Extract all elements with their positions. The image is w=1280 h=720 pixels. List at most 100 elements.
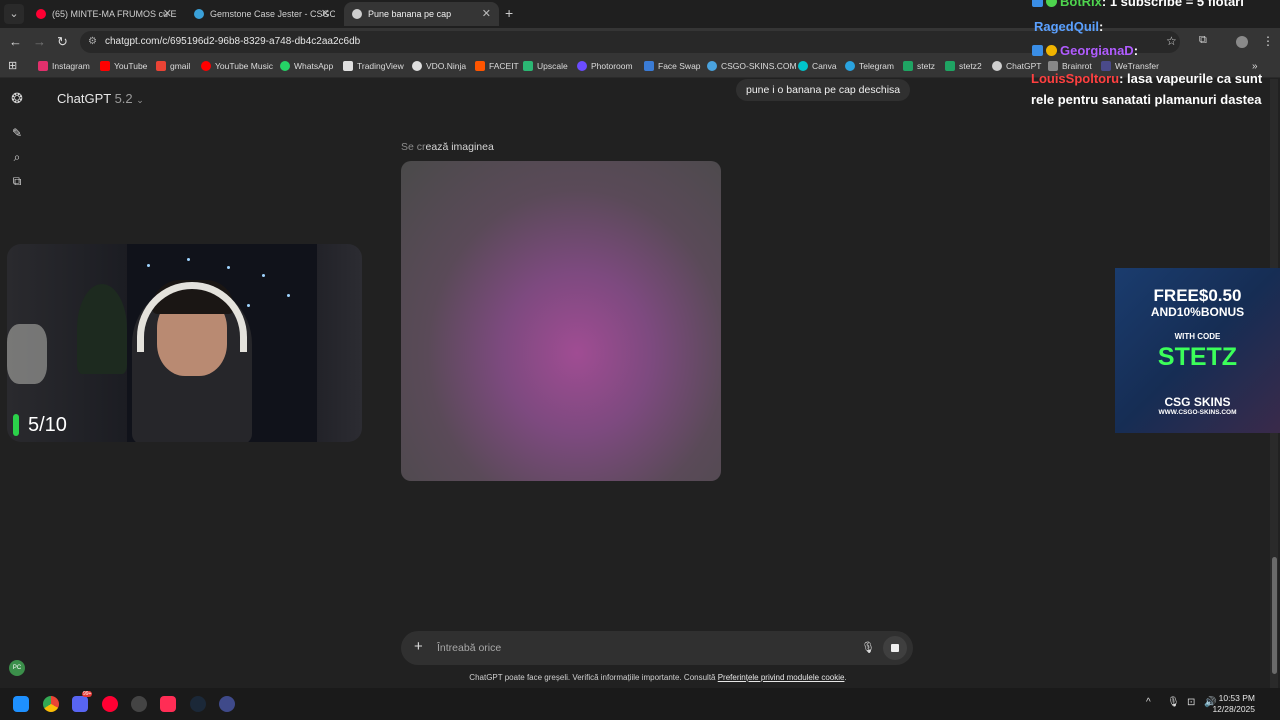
chat-username: BotRix bbox=[1060, 0, 1102, 9]
bookmark-label: Instagram bbox=[52, 61, 90, 71]
bookmark-stetz2[interactable]: stetz2 bbox=[945, 61, 982, 71]
tiktok-icon[interactable] bbox=[160, 696, 176, 712]
chat-message: : bbox=[1099, 19, 1104, 34]
tab-title: Gemstone Case Jester - CSGO- bbox=[210, 9, 335, 19]
fairy-light bbox=[227, 266, 230, 269]
bookmark-youtube[interactable]: YouTube bbox=[100, 61, 147, 71]
bookmark-telegram[interactable]: Telegram bbox=[845, 61, 894, 71]
disclaimer-text: ChatGPT poate face greșeli. Verifică inf… bbox=[469, 673, 718, 682]
stream-chat-line: BotRix: 1 subscribe = 5 flotari bbox=[1032, 0, 1244, 9]
bookmark-gmail[interactable]: gmail bbox=[156, 61, 190, 71]
ad-website: WWW.CSGO-SKINS.COM bbox=[1158, 409, 1237, 416]
close-tab-icon[interactable]: ✕ bbox=[163, 7, 172, 20]
search-icon[interactable]: ⌕ bbox=[10, 150, 24, 164]
windows-start-icon[interactable] bbox=[13, 696, 29, 712]
tab-chatgpt[interactable]: Pune banana pe cap ✕ bbox=[344, 2, 499, 26]
microphone-tray-icon[interactable]: 🎙 bbox=[1167, 697, 1180, 708]
cookie-preferences-link[interactable]: Preferințele privind modulele cookie bbox=[718, 673, 845, 682]
chevron-down-icon: ⌄ bbox=[136, 95, 144, 105]
tab-csgo[interactable]: Gemstone Case Jester - CSGO- ✕ bbox=[186, 2, 338, 26]
bookmark-label: VDO.Ninja bbox=[426, 61, 467, 71]
reload-icon[interactable]: ↻ bbox=[57, 34, 68, 50]
bookmark-vdo-ninja[interactable]: VDO.Ninja bbox=[412, 61, 466, 71]
windows-taskbar: 99+ ^ 🎙 ⊡ 🔊 10:53 PM 12/28/2025 bbox=[0, 688, 1280, 720]
apps-grid-icon[interactable]: ⊞ bbox=[8, 59, 17, 72]
stream-chat-line: GeorgianaD: bbox=[1032, 43, 1138, 58]
fairy-light bbox=[262, 274, 265, 277]
youtube-music-icon bbox=[201, 61, 211, 71]
steam-icon[interactable] bbox=[190, 696, 206, 712]
microphone-icon[interactable]: 🎙 bbox=[861, 641, 875, 654]
bookmark-csgo-skins[interactable]: CSGO-SKINS.COM bbox=[707, 61, 797, 71]
close-tab-icon[interactable]: ✕ bbox=[482, 7, 491, 20]
new-chat-icon[interactable]: ✎ bbox=[10, 126, 24, 140]
score-indicator bbox=[13, 414, 19, 436]
tab-youtube[interactable]: (65) MINTE-MA FRUMOS cu Em ✕ bbox=[28, 2, 180, 26]
whatsapp-icon bbox=[280, 61, 290, 71]
bookmark-stetz[interactable]: stetz bbox=[903, 61, 935, 71]
bookmark-label: FACEIT bbox=[489, 61, 519, 71]
profile-avatar[interactable] bbox=[1236, 36, 1248, 48]
model-selector[interactable]: ChatGPT 5.2 ⌄ bbox=[57, 91, 144, 106]
model-version: 5.2 bbox=[114, 91, 133, 106]
bookmark-star-icon[interactable]: ☆ bbox=[1166, 34, 1177, 48]
bookmark-label: gmail bbox=[170, 61, 191, 71]
bookmark-faceit[interactable]: FACEIT bbox=[475, 61, 519, 71]
library-icon[interactable]: ⧉ bbox=[10, 174, 24, 188]
openai-logo-icon[interactable]: ❂ bbox=[10, 91, 24, 105]
composer-input[interactable]: Întreabă orice bbox=[437, 642, 501, 654]
chat-message: : bbox=[1133, 43, 1139, 58]
youtube-music-icon[interactable] bbox=[102, 696, 118, 712]
tray-overflow-icon[interactable]: ^ bbox=[1146, 697, 1151, 708]
message-composer[interactable]: + Întreabă orice 🎙 bbox=[401, 631, 913, 665]
site-info-icon[interactable]: ⚙ bbox=[88, 36, 100, 48]
address-bar[interactable]: ⚙ chatgpt.com/c/695196d2-96b8-8329-a748-… bbox=[80, 31, 1180, 53]
back-icon[interactable]: ← bbox=[9, 34, 22, 49]
add-attachment-icon[interactable]: + bbox=[414, 639, 423, 655]
tab-title: (65) MINTE-MA FRUMOS cu Em bbox=[52, 9, 177, 19]
bookmark-tradingview[interactable]: TradingView bbox=[343, 61, 404, 71]
webcam-overlay: 5/10 bbox=[7, 244, 362, 442]
bookmark-canva[interactable]: Canva bbox=[798, 61, 837, 71]
close-tab-icon[interactable]: ✕ bbox=[321, 7, 330, 20]
taskbar-clock[interactable]: 10:53 PM 12/28/2025 bbox=[1212, 693, 1255, 715]
bookmark-label: TradingView bbox=[357, 61, 404, 71]
forward-icon[interactable]: → bbox=[33, 34, 46, 49]
csgo-skins-icon bbox=[194, 9, 204, 19]
menu-kebab-icon[interactable]: ⋮ bbox=[1262, 34, 1274, 48]
user-avatar[interactable]: PC bbox=[9, 660, 25, 676]
chat-username: RagedQuil bbox=[1034, 19, 1100, 34]
bookmark-youtube-music[interactable]: YouTube Music bbox=[201, 61, 273, 71]
image-generation-placeholder bbox=[401, 161, 721, 481]
plant bbox=[7, 324, 47, 384]
bookmark-label: YouTube Music bbox=[215, 61, 273, 71]
bookmark-photoroom[interactable]: Photoroom bbox=[577, 61, 633, 71]
bookmark-whatsapp[interactable]: WhatsApp bbox=[280, 61, 333, 71]
stop-generation-button[interactable] bbox=[883, 636, 907, 660]
tab-search-button[interactable]: ⌄ bbox=[4, 4, 24, 24]
new-tab-button[interactable]: + bbox=[505, 5, 513, 21]
bookmark-label: WhatsApp bbox=[294, 61, 334, 71]
bookmark-label: Face Swap bbox=[658, 61, 701, 71]
ad-subheadline: AND10%BONUS bbox=[1150, 305, 1245, 319]
ad-code-label: WITH CODE bbox=[1174, 332, 1221, 341]
check-badge-icon bbox=[1046, 0, 1057, 7]
gmail-icon bbox=[156, 61, 166, 71]
subscriber-badge-icon bbox=[1046, 45, 1057, 56]
extensions-icon[interactable]: ⧉ bbox=[1199, 34, 1207, 47]
user-message-bubble: pune i o banana pe cap deschisa bbox=[736, 79, 911, 101]
bookmark-upscale[interactable]: Upscale bbox=[523, 61, 568, 71]
url-text[interactable]: chatgpt.com/c/695196d2-96b8-8329-a748-db… bbox=[105, 36, 360, 47]
instagram-icon bbox=[38, 61, 48, 71]
discord-icon[interactable] bbox=[72, 696, 88, 712]
bookmark-face-swap[interactable]: Face Swap bbox=[644, 61, 701, 71]
app-icon[interactable] bbox=[131, 696, 147, 712]
app-icon[interactable] bbox=[219, 696, 235, 712]
status-text: ează imaginea bbox=[425, 141, 494, 153]
network-icon[interactable]: ⊡ bbox=[1187, 697, 1195, 708]
tradingview-icon bbox=[343, 61, 353, 71]
scrollbar-thumb[interactable] bbox=[1272, 557, 1277, 674]
stream-chat-line: LouisSpoltoru: lasa vapeurile ca sunt re… bbox=[1031, 68, 1271, 110]
bookmark-instagram[interactable]: Instagram bbox=[38, 61, 90, 71]
chrome-icon[interactable] bbox=[43, 696, 59, 712]
